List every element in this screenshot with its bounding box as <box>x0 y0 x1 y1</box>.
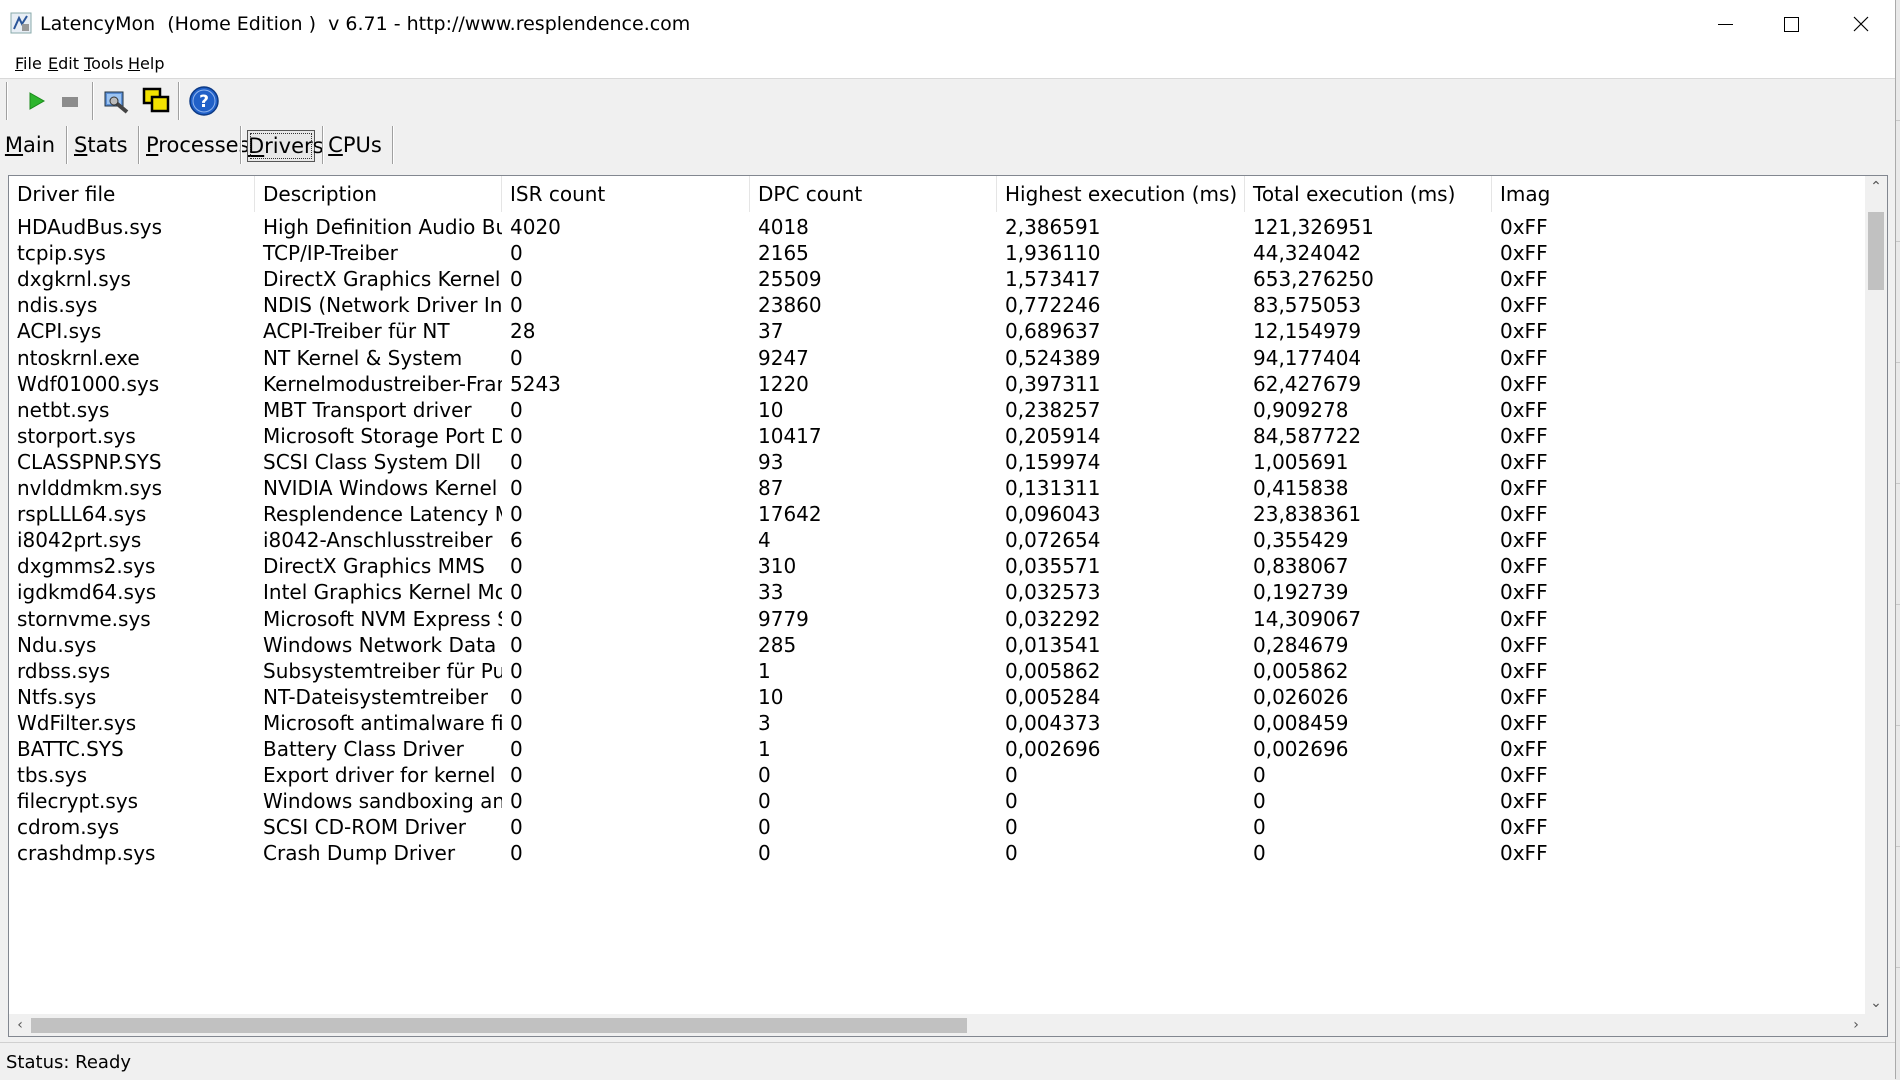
column-header-image[interactable]: Imag <box>1492 176 1552 212</box>
menu-edit[interactable]: Edit <box>48 54 79 73</box>
close-icon <box>1853 16 1869 32</box>
drivers-list-view[interactable]: Driver file Description ISR count DPC co… <box>8 175 1888 1037</box>
close-button[interactable] <box>1828 0 1894 48</box>
tab-separator <box>240 126 241 164</box>
toolbar-separator <box>6 82 7 120</box>
desktop-background <box>1896 0 1900 1079</box>
stop-icon <box>62 97 78 107</box>
tab-separator <box>66 126 67 164</box>
latencymon-window: LatencyMon (Home Edition ) v 6.71 - http… <box>0 0 1896 1080</box>
scrollbar-corner <box>1865 1014 1887 1036</box>
latencymon-app-icon <box>10 12 32 34</box>
cell-driver-file: crashdmp.sys <box>17 841 156 866</box>
svg-text:?: ? <box>199 92 209 112</box>
scroll-up-icon[interactable]: ⌃ <box>1865 176 1887 198</box>
column-header-driver-file[interactable]: Driver file <box>9 176 255 212</box>
tab-stats[interactable]: Stats <box>74 130 128 160</box>
minimize-icon <box>1717 23 1733 25</box>
column-header-total-execution[interactable]: Total execution (ms) <box>1245 176 1492 212</box>
tools-icon <box>104 91 129 114</box>
column-header-highest-execution[interactable]: Highest execution (ms) <box>997 176 1245 212</box>
list-header: Driver file Description ISR count DPC co… <box>9 176 1867 212</box>
cell-image: 0xFF <box>1500 841 1548 866</box>
table-row[interactable]: crashdmp.sys Crash Dump Driver 0 0 0 0 0xFF <box>9 838 1867 870</box>
tab-main[interactable]: Main <box>4 130 56 160</box>
scroll-left-icon[interactable]: ‹ <box>9 1014 31 1036</box>
cell-total-execution: 0 <box>1253 841 1266 866</box>
status-bar: Status: Ready <box>0 1042 1895 1080</box>
tab-bar: Main Stats Processes Drivers CPUs <box>0 124 1895 168</box>
scroll-right-icon[interactable]: › <box>1845 1014 1867 1036</box>
start-button[interactable] <box>18 83 54 119</box>
cell-highest-execution: 0 <box>1005 841 1018 866</box>
maximize-button[interactable] <box>1758 0 1824 48</box>
column-header-isr-count[interactable]: ISR count <box>502 176 750 212</box>
tab-separator <box>322 126 323 164</box>
title-bar[interactable]: LatencyMon (Home Edition ) v 6.71 - http… <box>0 0 1895 48</box>
horizontal-scrollbar[interactable]: ‹ › <box>9 1014 1867 1036</box>
menu-bar: File Edit Tools Help <box>0 48 1895 79</box>
menu-help[interactable]: Help <box>128 54 164 73</box>
tab-separator <box>392 126 393 164</box>
cell-dpc-count: 0 <box>758 841 771 866</box>
toolbar-separator <box>178 82 179 120</box>
windows-icon <box>142 87 170 113</box>
play-icon <box>29 92 46 110</box>
windows-button[interactable] <box>138 83 174 119</box>
maximize-icon <box>1783 16 1799 32</box>
status-text: Status: Ready <box>6 1052 132 1073</box>
help-button[interactable]: ? <box>186 83 222 119</box>
toolbar-separator <box>92 82 93 120</box>
stop-button[interactable] <box>52 83 88 119</box>
menu-tools[interactable]: Tools <box>84 54 123 73</box>
vertical-scrollbar[interactable]: ⌃ ⌄ <box>1865 176 1887 1014</box>
tab-processes[interactable]: Processes <box>146 130 250 160</box>
minimize-button[interactable] <box>1692 0 1758 48</box>
menu-file[interactable]: File <box>15 54 42 73</box>
vertical-scroll-thumb[interactable] <box>1868 212 1884 290</box>
column-header-dpc-count[interactable]: DPC count <box>750 176 997 212</box>
column-header-description[interactable]: Description <box>255 176 502 212</box>
horizontal-scroll-thumb[interactable] <box>31 1018 967 1033</box>
tab-separator <box>138 126 139 164</box>
list-body: HDAudBus.sysHigh Definition Audio Bus Dr… <box>9 212 1867 1014</box>
cell-description: Crash Dump Driver <box>263 841 456 866</box>
scroll-down-icon[interactable]: ⌄ <box>1865 992 1887 1014</box>
tab-cpus[interactable]: CPUs <box>328 130 382 160</box>
window-title: LatencyMon (Home Edition ) v 6.71 - http… <box>40 13 691 35</box>
help-icon: ? <box>189 86 219 116</box>
tab-drivers[interactable]: Drivers <box>247 130 324 162</box>
tools-button[interactable] <box>98 83 134 119</box>
toolbar: ? <box>0 79 1895 123</box>
cell-isr-count: 0 <box>510 841 523 866</box>
